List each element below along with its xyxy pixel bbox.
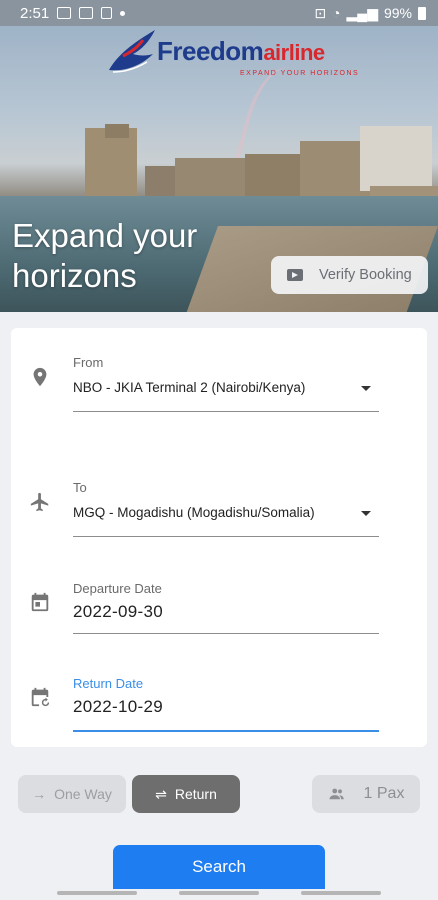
bird-logo-icon <box>109 30 155 73</box>
verify-booking-label: Verify Booking <box>319 267 412 283</box>
airplane-icon <box>30 492 49 512</box>
departure-date-label: Departure Date <box>73 581 162 596</box>
hero-title-line1: Expand your <box>12 217 198 254</box>
one-way-label: One Way <box>54 786 112 802</box>
screen-icon <box>57 7 72 19</box>
from-underline <box>73 411 379 412</box>
return-date-underline <box>73 730 379 732</box>
to-label: To <box>73 480 87 495</box>
signal-icon: ▂▄▆ <box>346 4 378 21</box>
battery-icon <box>418 6 426 20</box>
departure-date-value: 2022-09-30 <box>73 602 163 621</box>
building <box>105 124 129 138</box>
to-value: MGQ - Mogadishu (Mogadishu/Somalia) <box>73 505 315 520</box>
hero-title-line2: horizons <box>12 257 137 294</box>
return-date-field[interactable]: Return Date 2022-10-29 <box>11 658 427 738</box>
departure-date-underline <box>73 633 379 634</box>
from-value: NBO - JKIA Terminal 2 (Nairobi/Kenya) <box>73 380 306 395</box>
brand-tagline: EXPAND YOUR HORIZONS <box>240 70 360 77</box>
people-icon <box>329 788 344 800</box>
navigation-bar <box>0 886 438 900</box>
to-underline <box>73 536 379 537</box>
status-bar: 2:51 ⊡ ◔ ▂▄▆ 99% <box>0 0 438 26</box>
from-label: From <box>73 355 104 370</box>
to-field[interactable]: To MGQ - Mogadishu (Mogadishu/Somalia) <box>11 453 427 553</box>
notification-icon <box>101 7 113 19</box>
from-field[interactable]: From NBO - JKIA Terminal 2 (Nairobi/Keny… <box>11 328 427 428</box>
return-date-label: Return Date <box>73 676 144 691</box>
brand-name: Freedomairline <box>157 36 325 67</box>
building <box>360 126 432 191</box>
brand-name-accent: airline <box>263 40 325 65</box>
nav-recents-indicator[interactable] <box>57 891 137 895</box>
one-way-button[interactable]: → One Way <box>18 775 126 813</box>
passenger-count-button[interactable]: 1 Pax <box>312 775 420 813</box>
return-date-value: 2022-10-29 <box>73 697 163 716</box>
brand-name-main: Freedom <box>157 36 264 66</box>
video-icon <box>287 269 303 281</box>
to-dropdown-caret-icon[interactable] <box>361 511 371 516</box>
wifi-icon: ◔ <box>332 5 341 21</box>
swap-arrows-icon: ⇌ <box>155 785 167 802</box>
verify-booking-button[interactable]: Verify Booking <box>271 256 428 294</box>
search-label: Search <box>192 857 246 876</box>
from-dropdown-caret-icon[interactable] <box>361 386 371 391</box>
return-button[interactable]: ⇌ Return <box>132 775 240 813</box>
nav-back-indicator[interactable] <box>301 891 381 895</box>
brand-logo: Freedomairline EXPAND YOUR HORIZONS <box>103 26 358 82</box>
location-pin-icon <box>33 367 47 387</box>
pax-label: 1 Pax <box>363 785 405 802</box>
booking-form: From NBO - JKIA Terminal 2 (Nairobi/Keny… <box>11 328 427 747</box>
battery-level: 99% <box>383 5 412 21</box>
image-icon <box>79 7 94 19</box>
lock-icon: ⊡ <box>314 4 327 21</box>
arrow-right-icon: → <box>32 786 47 802</box>
search-button[interactable]: Search <box>113 845 325 889</box>
return-label: Return <box>174 786 217 802</box>
calendar-icon <box>31 592 49 612</box>
hero-title: Expand your horizons <box>12 216 232 296</box>
calendar-return-icon <box>31 687 50 707</box>
status-time: 2:51 <box>20 4 50 22</box>
departure-date-field[interactable]: Departure Date 2022-09-30 <box>11 563 427 643</box>
nav-home-indicator[interactable] <box>179 891 259 895</box>
dot-icon <box>120 10 126 16</box>
